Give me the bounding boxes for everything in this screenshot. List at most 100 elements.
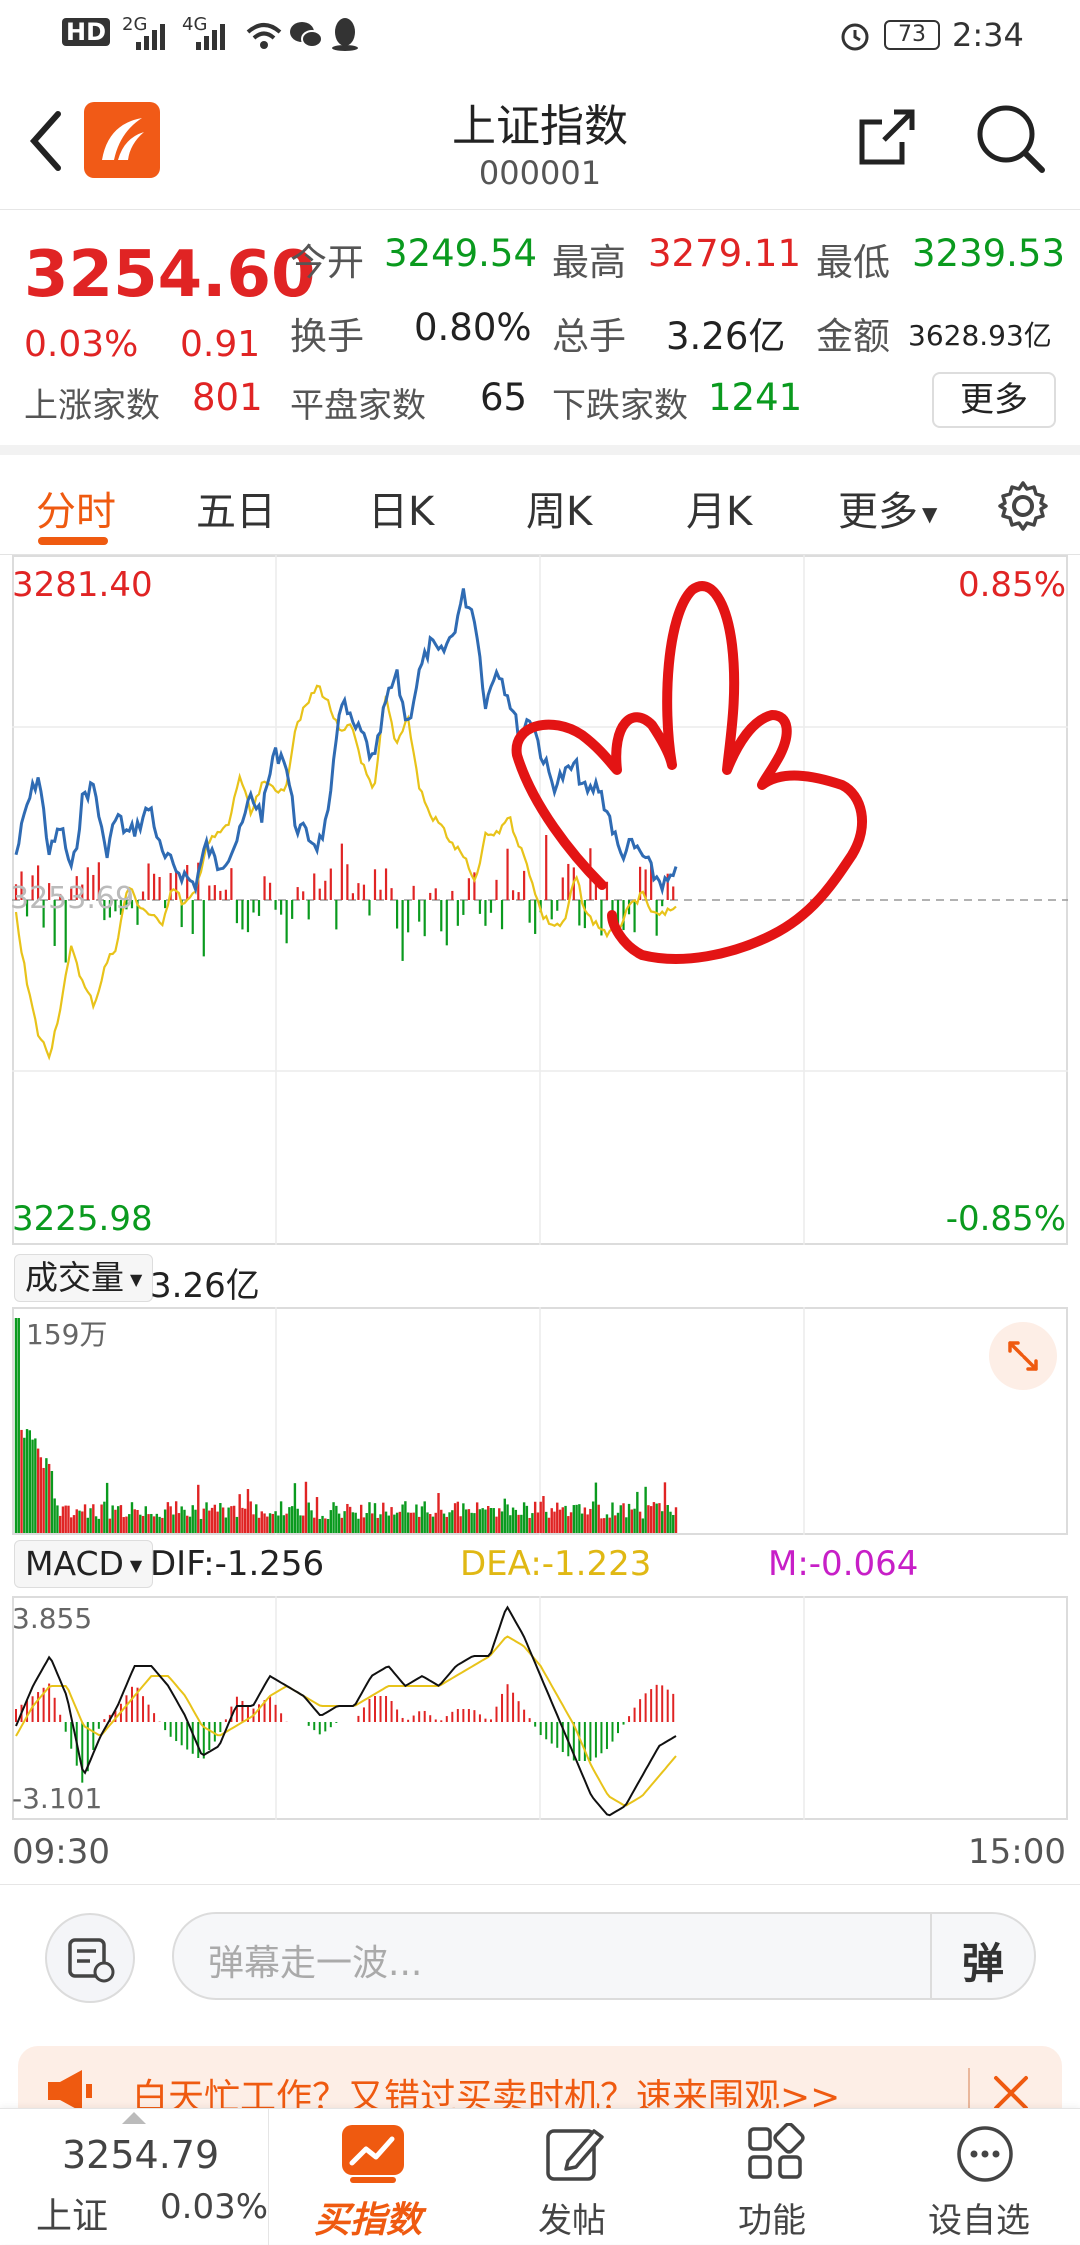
volume-bar	[387, 1515, 391, 1533]
open-label: 今开	[290, 241, 364, 284]
volume-bar	[25, 1429, 29, 1533]
function-button[interactable]: 功能	[700, 2109, 850, 2245]
danmaku-send-button[interactable]: 弹	[962, 1930, 1004, 1991]
volume-indicator-selector[interactable]: 成交量 ▼	[14, 1254, 154, 1302]
volume-bar	[365, 1513, 368, 1533]
volume-bar	[279, 1501, 283, 1533]
volume-bar	[434, 1512, 437, 1533]
danmaku-input[interactable]: 弹幕走一波... 弹	[172, 1912, 1036, 2000]
volume-bar	[290, 1506, 294, 1533]
volume-bar	[315, 1497, 319, 1533]
input-divider	[930, 1914, 932, 1998]
volume-bar	[318, 1518, 321, 1533]
tab-monthly-k[interactable]: 月K	[686, 479, 752, 537]
volume-bar	[50, 1471, 54, 1533]
volume-bar	[611, 1502, 614, 1533]
volume-bar	[475, 1502, 479, 1533]
index-ticker[interactable]: 3254.79 上证 0.03%	[0, 2109, 270, 2245]
tab-weekly-k[interactable]: 周K	[526, 479, 592, 537]
volume-bar	[125, 1516, 128, 1533]
volume-bar	[130, 1502, 134, 1533]
volume-bar	[235, 1516, 239, 1533]
low-value: 3239.53	[912, 232, 1066, 275]
volume-bar	[390, 1507, 393, 1533]
tab-five-day[interactable]: 五日	[196, 479, 276, 537]
high-value: 3279.11	[648, 232, 802, 275]
volume-bar	[393, 1514, 396, 1533]
buy-index-button[interactable]: 买指数	[290, 2109, 460, 2245]
tab-more[interactable]: 更多 ▼	[838, 479, 937, 537]
volume-bar	[492, 1508, 495, 1533]
volume-bar	[600, 1518, 603, 1533]
volume-bar	[139, 1514, 142, 1533]
volume-max-label: 159万	[26, 1318, 108, 1351]
high-label: 最高	[552, 241, 626, 284]
volume-bar	[578, 1504, 581, 1533]
volume-bar	[210, 1507, 214, 1533]
volume-bar	[293, 1483, 297, 1533]
volume-bar	[550, 1508, 553, 1533]
dropdown-arrow-icon: ▼	[129, 1555, 143, 1575]
volume-bar	[547, 1517, 551, 1533]
tab-intraday[interactable]: 分时	[36, 479, 116, 537]
quote-panel: 3254.60 0.03% 0.91 今开 3249.54 最高 3279.11…	[0, 210, 1080, 455]
volume-bar	[633, 1508, 636, 1533]
volume-bar	[64, 1505, 67, 1533]
volume-bar	[362, 1517, 366, 1533]
macd-indicator-label: MACD	[25, 1544, 124, 1583]
volume-bar	[348, 1506, 352, 1533]
volume-bar	[522, 1502, 526, 1533]
up-count: 801	[192, 376, 263, 419]
volume-bar	[260, 1511, 263, 1533]
chart-min-price: 3225.98	[12, 1199, 153, 1239]
macd-chart[interactable]: 3.855 -3.101	[0, 1596, 1080, 1820]
volume-bar	[161, 1517, 164, 1533]
volume-bar	[224, 1517, 228, 1533]
volume-bar	[266, 1516, 269, 1533]
volume-bar	[219, 1503, 222, 1533]
volume-bar	[83, 1504, 87, 1533]
macd-indicator-selector[interactable]: MACD ▼	[14, 1540, 154, 1588]
volume-bar	[56, 1505, 59, 1533]
volume-bar	[340, 1517, 344, 1533]
volume-bar	[213, 1504, 217, 1533]
signal-icon-2	[196, 24, 225, 50]
change-value: 0.91	[180, 324, 261, 365]
volume-bar	[489, 1508, 493, 1533]
volume-bar	[371, 1513, 374, 1533]
more-quote-button[interactable]: 更多	[932, 372, 1056, 428]
share-icon[interactable]	[852, 102, 922, 172]
wechat-icon	[290, 22, 323, 48]
volume-bar	[597, 1504, 600, 1533]
volume-chart[interactable]: 159万	[0, 1307, 1080, 1535]
volume-label: 总手	[552, 315, 626, 358]
volume-bar	[564, 1505, 567, 1533]
volume-bar	[426, 1512, 429, 1533]
volume-bar	[114, 1509, 117, 1533]
volume-bar	[605, 1514, 609, 1533]
volume-bar	[255, 1504, 258, 1533]
volume-bar	[533, 1501, 537, 1533]
tab-daily-k[interactable]: 日K	[368, 479, 434, 537]
volume-bar	[473, 1513, 476, 1533]
post-button[interactable]: 发帖	[500, 2109, 650, 2245]
volume-bar	[569, 1512, 573, 1533]
volume-bar	[666, 1505, 669, 1533]
volume-bar	[451, 1510, 454, 1533]
volume-bar	[658, 1503, 661, 1533]
intraday-chart[interactable]: 3281.40 0.85% 3253.69 3225.98 -0.85%	[0, 555, 1080, 1245]
volume-bar	[163, 1509, 167, 1533]
volume-bar	[630, 1509, 634, 1533]
settings-gear-icon[interactable]	[996, 479, 1050, 533]
search-icon[interactable]	[972, 100, 1048, 176]
volume-bar	[332, 1502, 335, 1533]
volume-bar	[511, 1507, 515, 1533]
add-favorite-button[interactable]: 设自选	[900, 2109, 1070, 2245]
volume-bar	[531, 1513, 534, 1533]
volume-bar	[556, 1502, 559, 1533]
volume-bar	[133, 1509, 136, 1533]
volume-bar	[288, 1507, 291, 1533]
volume-bar	[199, 1518, 203, 1533]
danmaku-settings-icon[interactable]	[44, 1912, 136, 2004]
expand-icon[interactable]	[988, 1321, 1058, 1391]
